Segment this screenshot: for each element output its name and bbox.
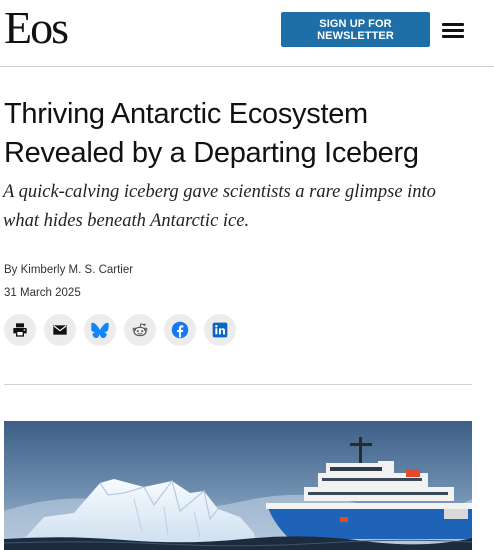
menu-bar: [442, 35, 464, 38]
reddit-icon: [131, 321, 149, 339]
menu-bar: [442, 29, 464, 32]
byline-prefix: By: [4, 264, 18, 276]
article-dek: A quick-calving iceberg gave scientists …: [3, 182, 436, 231]
email-icon: [52, 322, 68, 338]
content-divider: [4, 384, 472, 385]
reddit-share-button[interactable]: [124, 314, 156, 346]
hamburger-menu-icon[interactable]: [440, 18, 466, 40]
newsletter-signup-button[interactable]: SIGN UP FOR NEWSLETTER: [281, 12, 430, 47]
article-title: Thriving Antarctic Ecosystem Revealed by…: [4, 98, 419, 169]
site-logo[interactable]: Eos: [4, 4, 69, 52]
facebook-icon: [171, 321, 189, 339]
linkedin-share-button[interactable]: [204, 314, 236, 346]
bluesky-share-button[interactable]: [84, 314, 116, 346]
bluesky-icon: [91, 322, 109, 338]
author-link[interactable]: Kimberly M. S. Cartier: [21, 264, 133, 276]
facebook-share-button[interactable]: [164, 314, 196, 346]
linkedin-icon: [212, 322, 228, 338]
print-share-button[interactable]: [4, 314, 36, 346]
hero-image: [4, 421, 472, 550]
byline: By Kimberly M. S. Cartier: [4, 262, 133, 278]
menu-bar: [442, 23, 464, 26]
email-share-button[interactable]: [44, 314, 76, 346]
publish-date: 31 March 2025: [4, 287, 81, 299]
site-header: Eos SIGN UP FOR NEWSLETTER: [0, 0, 494, 67]
iceberg-and-research-ship-photo: [4, 421, 472, 550]
print-icon: [12, 322, 28, 338]
